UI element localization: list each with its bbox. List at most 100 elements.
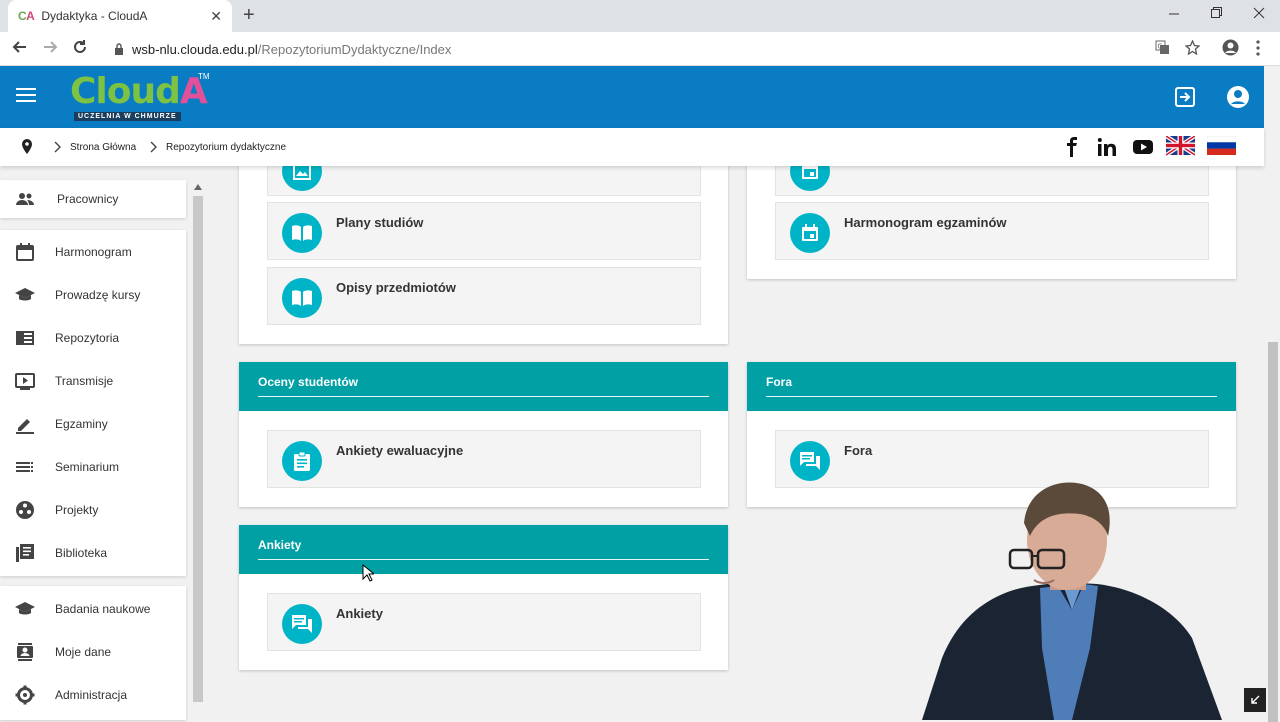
page-scrollbar[interactable] xyxy=(1266,66,1280,722)
minimize-icon[interactable] xyxy=(1168,6,1180,20)
sidebar-item-label: Harmonogram xyxy=(55,245,132,259)
tile-label: Harmonogram egzaminów xyxy=(844,215,1007,230)
sidebar-item-label: Transmisje xyxy=(55,374,114,388)
uk-flag-icon[interactable] xyxy=(1166,136,1195,156)
sidebar-item-projekty[interactable]: Projekty xyxy=(0,490,186,530)
translate-icon[interactable]: G xyxy=(1155,40,1170,55)
reload-icon[interactable] xyxy=(72,39,88,55)
tile-icon-circle xyxy=(790,441,830,481)
logo-trademark: TM xyxy=(198,72,210,81)
clouda-logo[interactable]: CloudA TM UCZELNIA W CHMURZE xyxy=(70,72,210,126)
sidebar-item-harmonogram[interactable]: Harmonogram xyxy=(0,232,186,272)
browser-menu-icon[interactable] xyxy=(1255,40,1261,56)
list-icon xyxy=(16,462,33,472)
chevron-right-icon xyxy=(150,141,157,153)
favicon-a: A xyxy=(26,9,35,23)
sidebar-item-transmisje[interactable]: Transmisje xyxy=(0,361,186,401)
book-icon xyxy=(292,225,312,241)
restore-icon[interactable] xyxy=(1210,6,1222,20)
graduation-cap-icon xyxy=(15,288,35,301)
gear-icon xyxy=(15,685,35,705)
sidebar-item-repozytoria[interactable]: Repozytoria xyxy=(0,318,186,358)
contact-icon xyxy=(17,643,33,661)
calendar-icon xyxy=(16,243,34,261)
account-icon[interactable] xyxy=(1226,85,1250,109)
card-header-divider xyxy=(258,396,709,397)
url-host: wsb-nlu.clouda.edu.pl xyxy=(132,41,258,57)
people-icon xyxy=(16,193,34,205)
mouse-cursor-icon xyxy=(362,564,374,582)
sidebar-item-prowadze-kursy[interactable]: Prowadzę kursy xyxy=(0,275,186,315)
sidebar-item-biblioteka[interactable]: Biblioteka xyxy=(0,533,186,573)
facebook-icon[interactable] xyxy=(1066,137,1078,157)
russia-flag-icon[interactable] xyxy=(1207,136,1236,156)
card-oceny-studentow: Oceny studentów Ankiety ewaluacyjne xyxy=(239,362,728,507)
logo-tagline: UCZELNIA W CHMURZE xyxy=(74,112,181,121)
forward-arrow-icon[interactable] xyxy=(42,39,58,55)
sidebar-item-badania-naukowe[interactable]: Badania naukowe xyxy=(0,589,186,629)
url-field[interactable]: wsb-nlu.clouda.edu.pl/RepozytoriumDydakt… xyxy=(104,37,1216,61)
youtube-icon[interactable] xyxy=(1132,137,1154,157)
clipboard-icon xyxy=(294,451,310,471)
card-header-divider xyxy=(766,396,1217,397)
tile-ankiety-ewaluacyjne[interactable]: Ankiety ewaluacyjne xyxy=(267,430,701,488)
hamburger-menu-icon[interactable] xyxy=(16,88,36,104)
tile-harmonogram-egzaminow[interactable]: Harmonogram egzaminów xyxy=(775,202,1209,260)
sidebar-item-pracownicy[interactable]: Pracownicy xyxy=(0,179,186,219)
tile-plany-studiow[interactable]: Plany studiów xyxy=(267,202,701,260)
browser-tab-bar: CA Dydaktyka - CloudA ✕ + xyxy=(0,0,1280,32)
sidebar-item-label: Pracownicy xyxy=(57,192,119,206)
tile-label: Fora xyxy=(844,443,873,458)
card-title: Oceny studentów xyxy=(258,375,359,389)
tile-label: Ankiety xyxy=(336,606,383,621)
breadcrumb: Strona Główna Repozytorium dydaktyczne xyxy=(0,128,1264,166)
scroll-up-arrow-icon[interactable] xyxy=(194,184,202,190)
pencil-icon xyxy=(16,419,34,434)
sidebar-item-label: Biblioteka xyxy=(55,546,108,560)
library-icon xyxy=(16,544,34,562)
sidebar-scrollbar-thumb[interactable] xyxy=(193,196,203,702)
sidebar-item-label: Administracja xyxy=(55,688,128,702)
location-pin-icon xyxy=(22,139,32,154)
tile-icon-circle xyxy=(282,213,322,253)
tile-icon-circle xyxy=(790,213,830,253)
forum-icon xyxy=(292,615,312,633)
tile-opisy-przedmiotow[interactable]: Opisy przedmiotów xyxy=(267,267,701,325)
card-title: Fora xyxy=(766,375,793,389)
tab-title: Dydaktyka - CloudA xyxy=(41,9,148,23)
sidebar-item-egzaminy[interactable]: Egzaminy xyxy=(0,404,186,444)
page-scrollbar-thumb[interactable] xyxy=(1268,342,1278,722)
repository-icon xyxy=(16,331,34,345)
tab-close-icon[interactable]: ✕ xyxy=(210,8,222,25)
browser-tab[interactable]: CA Dydaktyka - CloudA ✕ xyxy=(8,0,232,32)
projects-icon xyxy=(16,501,34,519)
sidebar-item-label: Prowadzę kursy xyxy=(55,288,141,302)
pip-collapse-icon[interactable] xyxy=(1244,688,1266,712)
sidebar-item-seminarium[interactable]: Seminarium xyxy=(0,447,186,487)
card-header: Ankiety xyxy=(239,525,728,574)
video-icon xyxy=(15,373,35,390)
logout-icon[interactable] xyxy=(1173,85,1197,109)
tab-favicon: CA xyxy=(18,9,35,23)
tile-ankiety[interactable]: Ankiety xyxy=(267,593,701,651)
back-arrow-icon[interactable] xyxy=(12,39,28,55)
card-header-divider xyxy=(258,559,709,560)
profile-avatar-icon[interactable] xyxy=(1222,39,1239,56)
favicon-c: C xyxy=(18,9,27,23)
star-bookmark-icon[interactable] xyxy=(1185,40,1200,55)
card-harmonogram: Harmonogram egzaminów xyxy=(747,140,1236,279)
book-icon xyxy=(292,290,312,306)
card-header: Fora xyxy=(747,362,1236,411)
linkedin-icon[interactable] xyxy=(1097,137,1117,157)
sidebar-item-moje-dane[interactable]: Moje dane xyxy=(0,632,186,672)
new-tab-button[interactable]: + xyxy=(243,4,255,27)
sidebar-item-label: Seminarium xyxy=(55,460,120,474)
window-close-icon[interactable] xyxy=(1253,6,1265,20)
sidebar-item-administracja[interactable]: Administracja xyxy=(0,675,186,715)
sidebar-item-label: Badania naukowe xyxy=(55,602,151,616)
breadcrumb-home[interactable]: Strona Główna xyxy=(70,142,136,153)
sidebar-item-label: Moje dane xyxy=(55,645,112,659)
address-bar: wsb-nlu.clouda.edu.pl/RepozytoriumDydakt… xyxy=(0,32,1280,66)
breadcrumb-repozytorium[interactable]: Repozytorium dydaktyczne xyxy=(166,142,286,153)
webcam-presenter-image xyxy=(922,482,1222,720)
